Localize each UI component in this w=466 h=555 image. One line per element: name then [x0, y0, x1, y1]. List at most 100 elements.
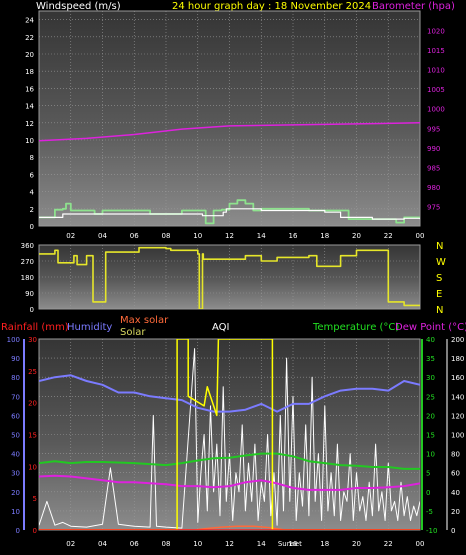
climate-time-tick: 02 [66, 540, 75, 548]
wind-speed-tick: 18 [25, 68, 34, 76]
solar-tick: 160 [451, 374, 464, 382]
climate-time-tick: 22 [384, 540, 393, 548]
rainfall-tick: 0 [33, 527, 37, 535]
climate-time-tick: 00 [416, 540, 425, 548]
weather-graph: Windspeed (m/s) 24 hour graph day : 18 N… [1, 1, 466, 548]
climate-time-tick: 14 [257, 540, 266, 548]
sunset-label: Sunset [278, 540, 302, 548]
max-solar-legend: Max solar [120, 315, 169, 326]
barometer-tick: 1010 [427, 67, 445, 75]
rainfall-tick: 5 [33, 495, 37, 503]
wind-time-tick: 06 [130, 232, 139, 240]
humidity-tick: 50 [11, 432, 20, 440]
climate-time-tick: 18 [320, 540, 329, 548]
wind-time-tick: 22 [384, 232, 393, 240]
temperature-tick: -10 [426, 527, 437, 535]
barometer-tick: 990 [427, 145, 440, 153]
temperature-legend: Temperature (°C) [312, 322, 399, 333]
solar-tick: 200 [451, 336, 464, 344]
barometer-tick: 975 [427, 203, 440, 211]
rainfall-tick: 30 [28, 336, 37, 344]
compass-label-w: W [436, 257, 446, 268]
climate-time-tick: 20 [352, 540, 361, 548]
rainfall-legend: Rainfall (mm) [1, 322, 69, 333]
solar-tick: 100 [451, 432, 464, 440]
wind-time-tick: 02 [66, 232, 75, 240]
wind-time-tick: 00 [416, 232, 425, 240]
humidity-tick: 10 [11, 508, 20, 516]
rainfall-tick: 25 [28, 368, 37, 376]
wind-speed-tick: 4 [30, 189, 35, 197]
wind-speed-tick: 20 [25, 51, 34, 59]
wind-speed-tick: 24 [25, 17, 34, 25]
wind-speed-tick: 2 [30, 206, 34, 214]
solar-tick: 120 [451, 412, 464, 420]
compass-label-s: S [436, 273, 442, 284]
direction-tick: 180 [21, 274, 34, 282]
temperature-tick: 15 [426, 432, 435, 440]
rainfall-tick: 20 [28, 400, 37, 408]
wind-panel [38, 10, 421, 227]
solar-tick: 0 [451, 527, 455, 535]
humidity-tick: 30 [11, 470, 20, 478]
wind-time-tick: 16 [289, 232, 298, 240]
temperature-tick: 35 [426, 355, 435, 363]
barometer-axis-label: Barometer (hpa) [372, 1, 455, 12]
wind-time-tick: 14 [257, 232, 266, 240]
climate-time-tick: 04 [98, 540, 107, 548]
barometer-tick: 1005 [427, 86, 445, 94]
climate-time-tick: 10 [193, 540, 202, 548]
humidity-tick: 90 [11, 355, 20, 363]
direction-tick: 360 [21, 242, 34, 250]
dewpoint-legend: Dew Point (°C) [395, 322, 466, 333]
solar-tick: 20 [451, 508, 460, 516]
wind-time-tick: 12 [225, 232, 234, 240]
wind-time-tick: 10 [193, 232, 202, 240]
solar-tick: 40 [451, 489, 460, 497]
barometer-tick: 1020 [427, 28, 445, 36]
barometer-tick: 1015 [427, 47, 445, 55]
barometer-tick: 1000 [427, 106, 445, 114]
barometer-tick: 980 [427, 184, 440, 192]
wind-speed-tick: 14 [25, 103, 34, 111]
temperature-tick: 40 [426, 336, 435, 344]
windspeed-axis-label: Windspeed (m/s) [36, 1, 121, 12]
compass-label-n-top: N [436, 241, 443, 252]
solar-tick: 60 [451, 470, 460, 478]
wind-time-tick: 08 [162, 232, 171, 240]
humidity-tick: 60 [11, 412, 20, 420]
humidity-tick: 20 [11, 489, 20, 497]
temperature-tick: 20 [426, 412, 435, 420]
wind-time-tick: 20 [352, 232, 361, 240]
solar-legend: Solar [120, 327, 146, 338]
climate-time-tick: 08 [162, 540, 171, 548]
climate-time-tick: 06 [130, 540, 139, 548]
temperature-tick: 30 [426, 374, 435, 382]
compass-label-n-bottom: N [436, 305, 443, 316]
temperature-tick: 10 [426, 451, 435, 459]
wind-time-tick: 04 [98, 232, 107, 240]
wind-speed-tick: 0 [30, 223, 34, 231]
rainfall-tick: 15 [28, 432, 37, 440]
wind-speed-tick: 8 [30, 154, 34, 162]
temperature-tick: 5 [426, 470, 430, 478]
wind-speed-tick: 6 [30, 171, 35, 179]
direction-tick: 0 [30, 306, 34, 314]
direction-tick: 270 [21, 258, 34, 266]
direction-tick: 90 [25, 290, 34, 298]
solar-tick: 140 [451, 393, 464, 401]
humidity-tick: 0 [16, 527, 20, 535]
temperature-tick: -5 [426, 508, 433, 516]
wind-speed-tick: 22 [25, 34, 34, 42]
wind-speed-tick: 10 [25, 137, 34, 145]
rainfall-tick: 10 [28, 463, 37, 471]
aqi-legend: AQI [212, 322, 230, 333]
barometer-tick: 985 [427, 164, 440, 172]
temperature-tick: 25 [426, 393, 435, 401]
humidity-tick: 100 [7, 336, 20, 344]
humidity-tick: 40 [11, 451, 20, 459]
temperature-tick: 0 [426, 489, 430, 497]
humidity-tick: 70 [11, 393, 20, 401]
humidity-tick: 80 [11, 374, 20, 382]
solar-tick: 180 [451, 355, 464, 363]
